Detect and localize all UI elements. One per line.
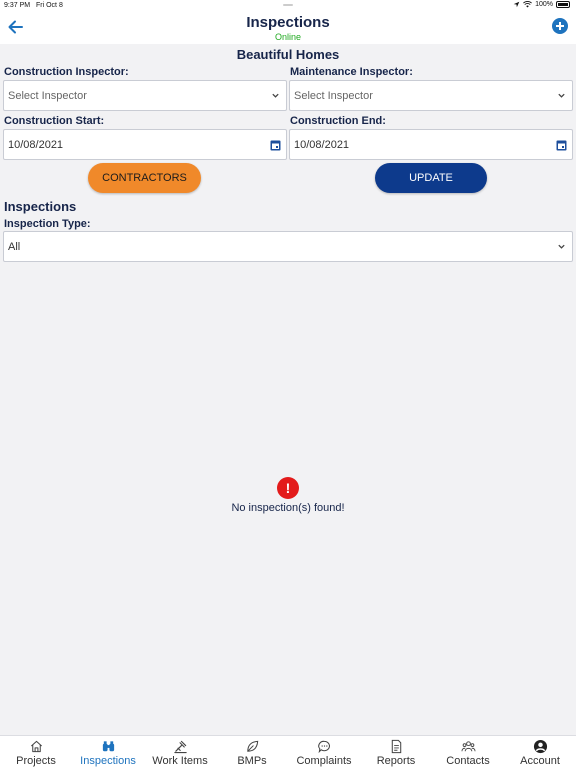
page-title: Inspections bbox=[246, 14, 330, 31]
tab-inspections[interactable]: Inspections bbox=[72, 736, 144, 768]
inspection-type-value: All bbox=[8, 240, 21, 253]
tab-label: Account bbox=[520, 755, 560, 767]
tab-account[interactable]: Account bbox=[504, 736, 576, 768]
tab-label: Projects bbox=[16, 755, 56, 767]
contractors-button[interactable]: CONTRACTORS bbox=[88, 163, 201, 193]
status-bar: 9:37 PM Fri Oct 8 100% bbox=[0, 0, 576, 12]
tab-projects[interactable]: Projects bbox=[0, 736, 72, 768]
battery-percent: 100% bbox=[535, 1, 553, 8]
connection-status: Online bbox=[274, 32, 301, 42]
construction-end-date-field[interactable]: 10/08/2021 bbox=[289, 129, 573, 160]
inspections-section-heading: Inspections bbox=[4, 199, 77, 214]
empty-message: No inspection(s) found! bbox=[231, 502, 345, 514]
maintenance-inspector-label: Maintenance Inspector: bbox=[290, 66, 413, 78]
binoculars-icon bbox=[102, 741, 114, 752]
update-button[interactable]: UPDATE bbox=[375, 163, 487, 193]
construction-end-value: 10/08/2021 bbox=[294, 138, 350, 151]
empty-state: ! No inspection(s) found! bbox=[0, 477, 576, 514]
tab-label: Reports bbox=[376, 755, 416, 767]
navigation-bar: Inspections Online bbox=[0, 12, 576, 44]
tab-reports[interactable]: Reports bbox=[360, 736, 432, 768]
tools-icon bbox=[173, 740, 187, 754]
chevron-down-icon bbox=[558, 93, 565, 98]
add-inspection-button[interactable] bbox=[552, 18, 568, 34]
tab-label: Work Items bbox=[152, 755, 208, 767]
construction-inspector-placeholder: Select Inspector bbox=[8, 89, 87, 102]
tab-label: Contacts bbox=[446, 755, 490, 767]
project-name: Beautiful Homes bbox=[236, 47, 340, 62]
construction-start-date-field[interactable]: 10/08/2021 bbox=[3, 129, 287, 160]
home-indicator bbox=[283, 4, 293, 6]
construction-start-value: 10/08/2021 bbox=[8, 138, 64, 151]
leaf-icon bbox=[246, 740, 258, 752]
user-circle-icon bbox=[533, 739, 547, 754]
chevron-down-icon bbox=[558, 244, 565, 249]
tab-bar: Projects Inspections Work Items BMPs Com… bbox=[0, 735, 576, 768]
alert-icon: ! bbox=[277, 477, 299, 499]
status-time: 9:37 PM bbox=[4, 2, 31, 9]
home-icon bbox=[30, 740, 42, 753]
tab-label: Complaints bbox=[296, 755, 352, 767]
status-date: Fri Oct 8 bbox=[36, 2, 63, 9]
inspection-type-label: Inspection Type: bbox=[4, 218, 91, 230]
tab-bmps[interactable]: BMPs bbox=[216, 736, 288, 768]
chat-bubble-icon bbox=[317, 740, 330, 754]
chevron-down-icon bbox=[272, 93, 279, 98]
battery-icon bbox=[556, 1, 570, 8]
tab-label: Inspections bbox=[80, 755, 136, 767]
tab-complaints[interactable]: Complaints bbox=[288, 736, 360, 768]
group-icon bbox=[460, 741, 476, 752]
maintenance-inspector-select[interactable]: Select Inspector bbox=[289, 80, 573, 111]
maintenance-inspector-placeholder: Select Inspector bbox=[294, 89, 373, 102]
tab-contacts[interactable]: Contacts bbox=[432, 736, 504, 768]
inspection-type-select[interactable]: All bbox=[3, 231, 573, 262]
wifi-icon bbox=[523, 1, 533, 8]
calendar-icon bbox=[270, 140, 281, 151]
tab-label: BMPs bbox=[237, 755, 267, 767]
tab-work-items[interactable]: Work Items bbox=[144, 736, 216, 768]
construction-inspector-select[interactable]: Select Inspector bbox=[3, 80, 287, 111]
construction-start-label: Construction Start: bbox=[4, 115, 105, 127]
construction-end-label: Construction End: bbox=[290, 115, 386, 127]
status-indicators: 100% bbox=[513, 1, 570, 8]
location-icon bbox=[513, 1, 520, 8]
calendar-icon bbox=[556, 140, 567, 151]
construction-inspector-label: Construction Inspector: bbox=[4, 66, 129, 78]
document-icon bbox=[391, 739, 401, 754]
